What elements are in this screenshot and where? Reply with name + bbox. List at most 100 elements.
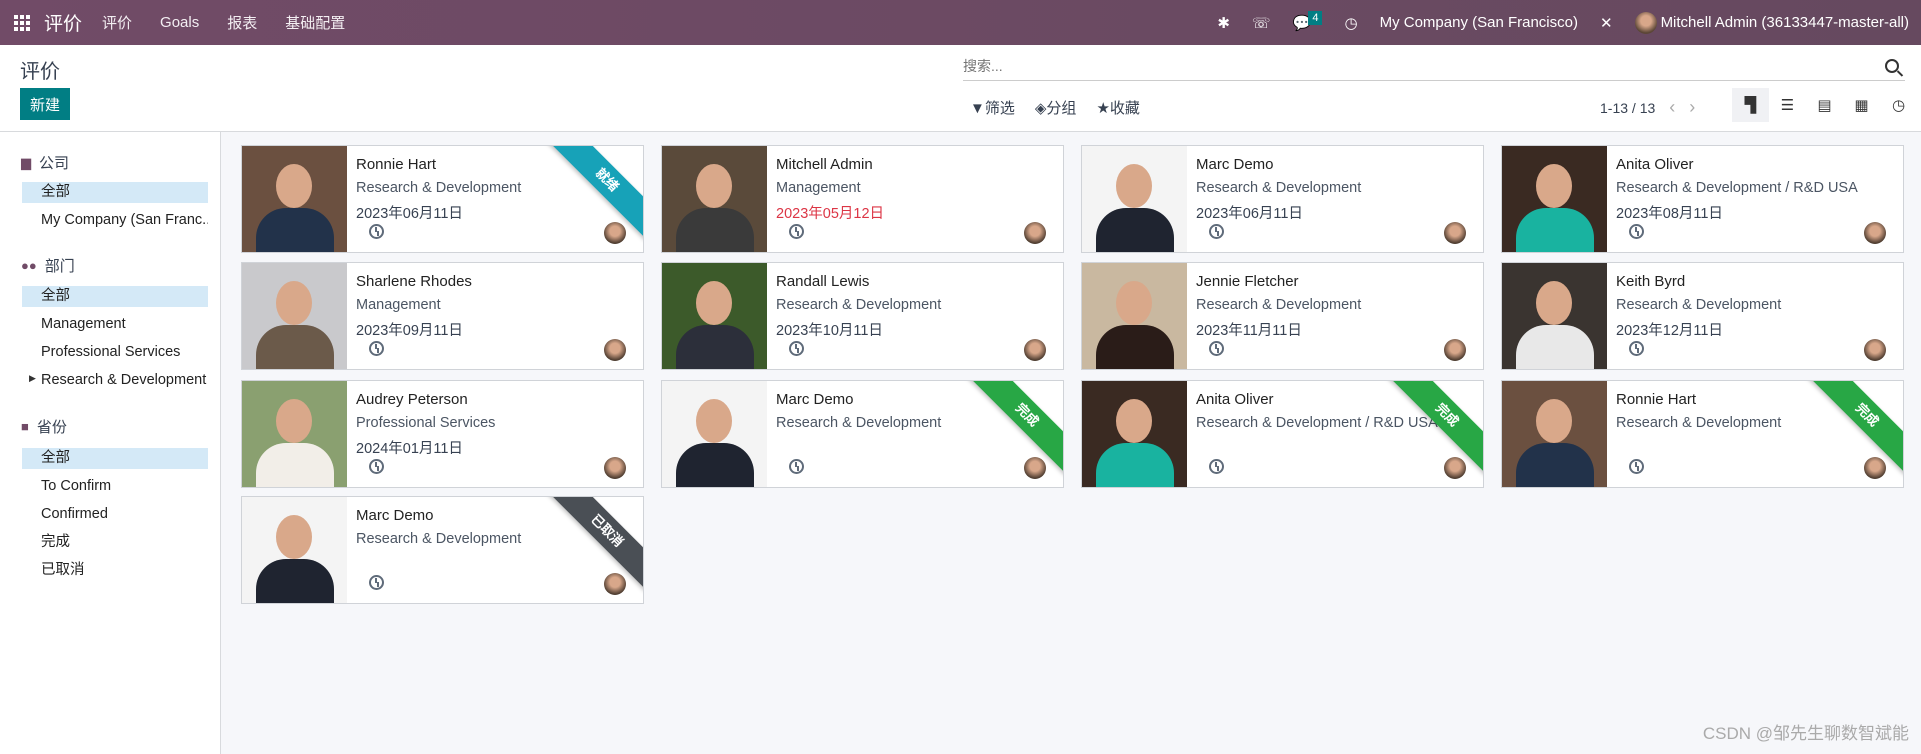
filter-icon: ▼ [970, 100, 985, 117]
pager-next-icon[interactable]: › [1689, 97, 1695, 118]
appraisal-card[interactable]: Marc Demo Research & Development 完成 [661, 380, 1064, 488]
appraisal-card[interactable]: Sharlene Rhodes Management 2023年09月11日 [241, 262, 644, 370]
employee-name: Marc Demo [356, 507, 434, 524]
employee-name: Jennie Fletcher [1196, 273, 1299, 290]
appraisal-date: 2023年06月11日 [356, 206, 463, 222]
activity-clock-icon[interactable] [789, 224, 804, 239]
pager-prev-icon[interactable]: ‹ [1669, 97, 1675, 118]
appraisal-card[interactable]: Ronnie Hart Research & Development 完成 [1501, 380, 1904, 488]
users-icon: ●● [21, 258, 37, 273]
company-all[interactable]: 全部 [22, 182, 208, 203]
debug-bug-icon[interactable]: ✱ [1217, 14, 1230, 32]
group-by-button[interactable]: ◈分组 [1035, 97, 1077, 118]
appraisal-card[interactable]: Jennie Fletcher Research & Development 2… [1081, 262, 1484, 370]
activity-clock-icon[interactable] [789, 459, 804, 474]
employee-photo [1082, 381, 1187, 487]
watermark: CSDN @邹先生聊数智斌能 [1702, 724, 1909, 743]
layers-icon: ◈ [1034, 100, 1047, 117]
appraisal-date: 2023年08月11日 [1616, 206, 1723, 222]
appraisal-card[interactable]: Anita Oliver Research & Development / R&… [1081, 380, 1484, 488]
favorites-button[interactable]: ★收藏 [1096, 97, 1139, 118]
department: Research & Development / R&D USA [1616, 180, 1858, 196]
activity-clock-icon[interactable] [1209, 459, 1224, 474]
activity-clock-icon[interactable] [1629, 341, 1644, 356]
state-done[interactable]: 完成 [22, 532, 208, 553]
search-input[interactable] [963, 57, 1885, 74]
employee-name: Ronnie Hart [1616, 391, 1697, 408]
activity-clock-icon[interactable] [369, 224, 384, 239]
control-panel: 评价 新建 ▼筛选 ◈分组 ★收藏 1-13 / 13 ‹ › ▜ ☰ ▤ ▦ … [0, 45, 1921, 132]
employee-photo [1502, 263, 1607, 369]
employee-name: Marc Demo [1196, 156, 1274, 173]
section-label: 部门 [44, 258, 75, 275]
department: Professional Services [356, 415, 496, 431]
employee-name: Mitchell Admin [776, 156, 873, 173]
filter-button[interactable]: ▼筛选 [970, 97, 1015, 118]
activity-clock-icon[interactable] [1629, 459, 1644, 474]
activity-view-icon[interactable]: ◷ [1880, 88, 1917, 122]
appraisal-date: 2023年11月11日 [1196, 323, 1302, 339]
activity-clock-icon[interactable] [369, 459, 384, 474]
department-professional-services[interactable]: Professional Services [22, 342, 208, 363]
calendar-view-icon[interactable]: ▦ [1843, 88, 1880, 122]
employee-photo [242, 263, 347, 369]
app-title[interactable]: 评价 [44, 9, 82, 36]
kanban-view-icon[interactable]: ▜ [1732, 88, 1769, 122]
state-confirmed[interactable]: Confirmed [22, 504, 208, 525]
menu-appraisal[interactable]: 评价 [102, 12, 132, 33]
department-all[interactable]: 全部 [22, 286, 208, 307]
activity-clock-icon[interactable] [1209, 341, 1224, 356]
manager-avatar [1024, 222, 1046, 244]
activity-clock-icon[interactable] [1629, 224, 1644, 239]
activity-clock-icon[interactable] [369, 341, 384, 356]
chat-button[interactable]: 💬4 [1293, 10, 1323, 32]
section-label: 省份 [36, 419, 67, 436]
appraisal-card[interactable]: Anita Oliver Research & Development / R&… [1501, 145, 1904, 253]
company-my-company[interactable]: My Company (San Franc... [22, 210, 208, 231]
list-view-icon[interactable]: ☰ [1769, 88, 1806, 122]
apps-menu-icon[interactable] [14, 14, 30, 31]
department-rd[interactable]: Research & Development [22, 370, 208, 391]
state-to-confirm[interactable]: To Confirm [22, 476, 208, 497]
favorite-label: 收藏 [1109, 100, 1140, 117]
employee-photo [242, 381, 347, 487]
department: Research & Development [1196, 180, 1362, 196]
menu-goals[interactable]: Goals [160, 14, 199, 31]
menu-reports[interactable]: 报表 [227, 12, 257, 33]
employee-name: Anita Oliver [1616, 156, 1694, 173]
gantt-view-icon[interactable]: ▤ [1806, 88, 1843, 122]
appraisal-card[interactable]: Marc Demo Research & Development 2023年06… [1081, 145, 1484, 253]
manager-avatar [1864, 339, 1886, 361]
filter-label: 筛选 [984, 100, 1015, 117]
activity-clock-icon[interactable] [789, 341, 804, 356]
company-switcher[interactable]: My Company (San Francisco) [1380, 14, 1578, 31]
tools-icon[interactable]: ✕ [1600, 14, 1613, 32]
state-cancelled[interactable]: 已取消 [22, 560, 208, 581]
manager-avatar [1024, 457, 1046, 479]
appraisal-date: 2023年10月11日 [776, 323, 883, 339]
phone-icon[interactable]: ☏ [1252, 14, 1271, 32]
new-button[interactable]: 新建 [20, 88, 70, 120]
activity-clock-icon[interactable] [1209, 224, 1224, 239]
department: Research & Development [1196, 297, 1362, 313]
appraisal-card[interactable]: Ronnie Hart Research & Development 2023年… [241, 145, 644, 253]
appraisal-card[interactable]: Mitchell Admin Management 2023年05月12日 [661, 145, 1064, 253]
employee-name: Audrey Peterson [356, 391, 468, 408]
building-icon: ▆ [21, 154, 31, 170]
department-management[interactable]: Management [22, 314, 208, 335]
pager-value[interactable]: 1-13 / 13 [1600, 100, 1655, 116]
appraisal-card[interactable]: Marc Demo Research & Development 已取消 [241, 496, 644, 604]
chat-count-badge: 4 [1308, 10, 1323, 25]
user-menu[interactable]: Mitchell Admin (36133447-master-all) [1634, 11, 1909, 34]
appraisal-card[interactable]: Audrey Peterson Professional Services 20… [241, 380, 644, 488]
search-icon[interactable] [1885, 58, 1899, 73]
activity-clock-icon[interactable]: ◷ [1344, 14, 1357, 32]
department: Research & Development [776, 297, 942, 313]
activity-clock-icon[interactable] [369, 575, 384, 590]
menu-configuration[interactable]: 基础配置 [285, 12, 345, 33]
appraisal-date: 2023年12月11日 [1616, 323, 1723, 339]
manager-avatar [1024, 339, 1046, 361]
state-all[interactable]: 全部 [22, 448, 208, 469]
appraisal-card[interactable]: Keith Byrd Research & Development 2023年1… [1501, 262, 1904, 370]
appraisal-card[interactable]: Randall Lewis Research & Development 202… [661, 262, 1064, 370]
